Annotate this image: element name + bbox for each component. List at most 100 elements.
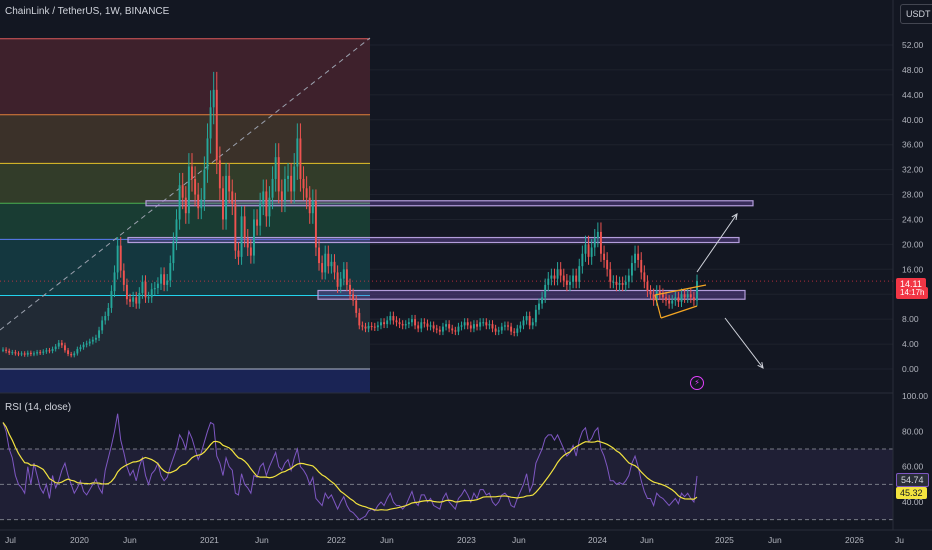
- candle-body: [460, 325, 463, 327]
- candle-body: [534, 309, 537, 323]
- candle-body: [429, 325, 432, 327]
- candle-body: [42, 351, 45, 353]
- candle-body: [438, 329, 441, 332]
- candle-body: [488, 324, 491, 326]
- candle-body: [184, 197, 187, 214]
- candle-body: [358, 312, 361, 326]
- candle-body: [191, 166, 193, 179]
- candle-body: [67, 350, 70, 355]
- price-tick-label: 44.00: [902, 90, 924, 100]
- candle-body: [305, 188, 308, 198]
- candle-body: [206, 138, 209, 170]
- candle-body: [318, 247, 320, 264]
- candle-body: [596, 231, 599, 239]
- candle-body: [160, 274, 162, 284]
- price-tick-label: 24.00: [902, 214, 924, 224]
- candle-body: [79, 347, 82, 350]
- candle-body: [8, 350, 11, 353]
- candle-body: [252, 219, 255, 256]
- lightning-icon[interactable]: ⚡: [690, 376, 704, 390]
- candle-body: [507, 325, 509, 327]
- candle-body: [689, 294, 692, 298]
- candle-body: [150, 289, 153, 298]
- candle-body: [39, 352, 42, 354]
- candle-body: [265, 191, 268, 217]
- candle-body: [129, 299, 131, 302]
- candle-body: [389, 316, 392, 321]
- candle-body: [516, 328, 519, 333]
- time-tick-label: Jun: [255, 535, 269, 545]
- fib-band: [0, 295, 370, 369]
- candle-body: [401, 324, 404, 326]
- candle-body: [367, 326, 370, 329]
- candle-body: [426, 323, 429, 327]
- candle-body: [417, 325, 420, 329]
- countdown-badge: 14:17h: [896, 287, 929, 299]
- candle-body: [476, 324, 478, 327]
- candle-body: [414, 319, 417, 326]
- candle-body: [48, 350, 51, 352]
- candle-body: [212, 89, 215, 108]
- candle-body: [11, 352, 14, 354]
- candle-body: [497, 330, 500, 332]
- candle-body: [91, 339, 94, 342]
- candle-body: [222, 188, 224, 220]
- candle-body: [246, 238, 249, 248]
- candle-body: [342, 269, 345, 279]
- candle-body: [364, 326, 367, 329]
- time-tick-label: 2026: [845, 535, 864, 545]
- candle-body: [209, 107, 212, 139]
- candle-body: [404, 324, 407, 326]
- currency-button[interactable]: USDT: [900, 4, 932, 24]
- candle-body: [643, 272, 646, 282]
- key-zone-box: [145, 200, 754, 207]
- time-tick-label: 2020: [70, 535, 89, 545]
- time-tick-label: Ju: [895, 535, 904, 545]
- candle-body: [339, 278, 342, 287]
- candle-body: [466, 322, 469, 326]
- candle-body: [652, 294, 655, 301]
- channel-lower: [660, 305, 698, 319]
- candle-body: [17, 353, 20, 355]
- time-tick-label: Jun: [123, 535, 137, 545]
- candle-body: [550, 275, 553, 279]
- candle-body: [355, 300, 358, 313]
- candle-body: [166, 280, 169, 285]
- candle-body: [680, 294, 683, 302]
- candle-body: [441, 326, 444, 332]
- candle-body: [376, 325, 379, 328]
- rsi-tick-label: 60.00: [902, 462, 924, 472]
- candle-body: [290, 175, 293, 192]
- rsi-pane: [0, 392, 932, 521]
- candle-body: [73, 353, 76, 356]
- candle-body: [454, 330, 457, 332]
- candle-body: [119, 245, 122, 271]
- candle-body: [144, 281, 147, 298]
- candle-body: [528, 316, 531, 326]
- candle-body: [411, 319, 413, 323]
- candle-body: [271, 178, 274, 198]
- candle-body: [578, 266, 581, 282]
- candle-body: [308, 197, 311, 214]
- time-tick-label: Jun: [380, 535, 394, 545]
- price-tick-label: 8.00: [902, 314, 919, 324]
- candle-body: [125, 284, 128, 300]
- candle-body: [330, 261, 333, 267]
- candle-body: [677, 297, 680, 302]
- price-tick-label: 28.00: [902, 190, 924, 200]
- candle-body: [147, 297, 150, 299]
- candle-body: [88, 341, 91, 344]
- time-tick-label: 2023: [457, 535, 476, 545]
- candle-body: [448, 324, 451, 329]
- chart-canvas[interactable]: 52.00 48.00 44.00 40.00 36.00 32.00 28.00 24.00…: [0, 0, 932, 550]
- candle-body: [380, 322, 382, 326]
- candle-body: [218, 160, 221, 189]
- time-tick-label: Jun: [512, 535, 526, 545]
- candle-body: [274, 157, 277, 179]
- candle-body: [584, 244, 587, 254]
- candle-body: [565, 280, 568, 285]
- candle-body: [57, 342, 60, 347]
- candle-body: [113, 272, 116, 292]
- candle-body: [283, 178, 286, 201]
- price-tick-label: 36.00: [902, 140, 924, 150]
